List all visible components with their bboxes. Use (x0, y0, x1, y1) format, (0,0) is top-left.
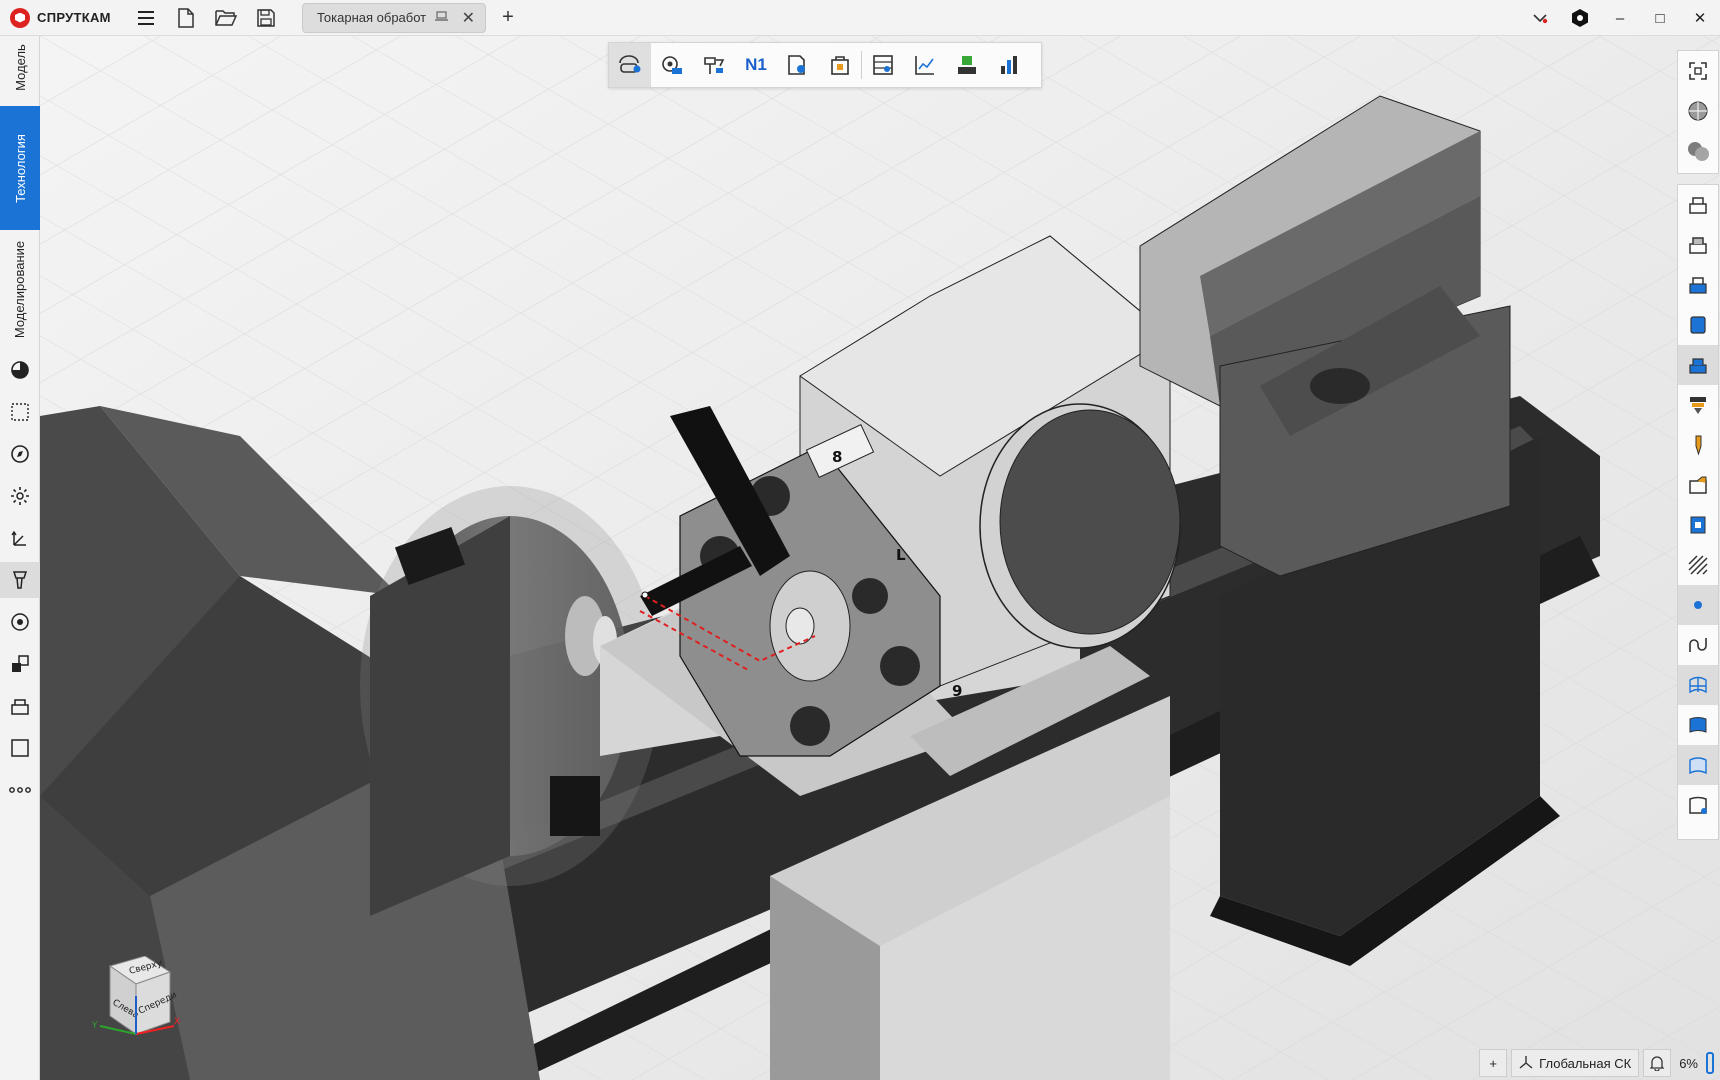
tab-modeling-label: Моделирование (12, 240, 28, 338)
status-bar: + Глобальная СК 6% (1479, 1046, 1720, 1080)
spheres-icon[interactable] (1678, 131, 1718, 171)
tab-technology[interactable]: Технология (0, 106, 40, 230)
tab-model-label: Модель (12, 43, 28, 91)
layers-icon[interactable] (0, 688, 40, 724)
lathe-view-1-icon[interactable] (1678, 185, 1718, 225)
nc-code-icon[interactable]: N1 (735, 43, 777, 87)
sphere-shaded-icon[interactable] (1678, 91, 1718, 131)
document-tab[interactable]: Токарная обработ ✕ (302, 2, 486, 33)
machine-icon[interactable] (0, 604, 40, 640)
frame-icon[interactable] (0, 730, 40, 766)
report-icon[interactable] (819, 43, 861, 87)
surface-icon[interactable] (1678, 705, 1718, 745)
jaw-label-right: L (896, 546, 906, 564)
coordinate-system-icon (1519, 1055, 1533, 1072)
close-button[interactable]: ✕ (1680, 0, 1720, 36)
tool-icon[interactable] (0, 562, 40, 598)
top-toolbar: N1 (608, 42, 1042, 88)
hatch-icon[interactable] (1678, 545, 1718, 585)
open-folder-icon[interactable] (212, 4, 240, 32)
tab-modeling[interactable]: Моделирование (0, 230, 40, 348)
chart-icon[interactable] (904, 43, 946, 87)
minimize-button[interactable]: – (1600, 0, 1640, 36)
plugin-icon[interactable] (1560, 0, 1600, 36)
solid-icon[interactable] (1678, 745, 1718, 785)
save-icon[interactable] (252, 4, 280, 32)
axes-icon[interactable] (0, 520, 40, 556)
lathe-view-5-icon[interactable] (1678, 345, 1718, 385)
curve-icon[interactable] (1678, 625, 1718, 665)
jaw-label-top: 8 (832, 448, 842, 466)
zoom-slider[interactable] (1706, 1052, 1714, 1074)
table-icon[interactable] (862, 43, 904, 87)
lathe-view-2-icon[interactable] (1678, 225, 1718, 265)
more-icon[interactable] (0, 772, 40, 808)
zoom-level: 6% (1679, 1055, 1698, 1071)
tab-model[interactable]: Модель (0, 36, 40, 98)
fixture-icon[interactable] (1678, 505, 1718, 545)
zoom-fit-icon[interactable] (1678, 51, 1718, 91)
axis-x-label: X (174, 1017, 180, 1027)
hamburger-icon[interactable] (132, 4, 160, 32)
simulation-icon[interactable] (609, 43, 651, 87)
lathe-view-4-icon[interactable] (1678, 305, 1718, 345)
app-name: СПРУТКАМ (37, 10, 111, 25)
bell-icon[interactable] (1643, 1049, 1672, 1077)
drill-holder-icon[interactable] (1678, 385, 1718, 425)
selection-icon[interactable] (0, 394, 40, 430)
tab-technology-label: Технология (12, 133, 28, 203)
left-sidebar: Модель Технология Моделирование (0, 36, 40, 1080)
compass-icon[interactable] (0, 436, 40, 472)
mesh-icon[interactable] (1678, 665, 1718, 705)
lathe-view-3-icon[interactable] (1678, 265, 1718, 305)
nc-code-label: N1 (745, 55, 767, 74)
view-cube[interactable]: Сверху Слева Спереди Y X (70, 955, 180, 1056)
statistics-icon[interactable] (988, 43, 1030, 87)
notifications-dropdown-icon[interactable] (1520, 0, 1560, 36)
laptop-icon (435, 11, 448, 24)
coordinate-system-selector[interactable]: Глобальная СК (1511, 1049, 1640, 1077)
3d-viewport[interactable]: 8 L 9 N1 Сверху Слева Спереди Y X (40, 36, 1720, 1080)
new-tab-button[interactable]: + (496, 6, 520, 29)
cutter-icon[interactable] (1678, 425, 1718, 465)
half-surface-icon[interactable] (1678, 785, 1718, 825)
right-toolbar-objects (1677, 184, 1719, 840)
stock-icon[interactable] (946, 43, 988, 87)
transform-icon[interactable] (0, 646, 40, 682)
new-file-icon[interactable] (172, 4, 200, 32)
point-icon[interactable] (1678, 585, 1718, 625)
add-view-button[interactable]: + (1479, 1049, 1508, 1077)
tab-label: Токарная обработ (317, 10, 427, 25)
workpiece-icon[interactable] (1678, 465, 1718, 505)
machine-setup-icon[interactable] (693, 43, 735, 87)
settings-icon[interactable] (0, 478, 40, 514)
right-toolbar-view (1677, 50, 1719, 174)
tool-path-icon[interactable] (651, 43, 693, 87)
app-logo: СПРУТКАМ (10, 7, 120, 28)
title-bar: СПРУТКАМ Токарная обработ ✕ + – □ ✕ (0, 0, 1720, 36)
shading-icon[interactable] (0, 352, 40, 388)
logo-icon (10, 7, 30, 28)
coordinate-system-label: Глобальная СК (1539, 1055, 1632, 1071)
lathe-scene: 8 L 9 (40, 36, 1720, 1080)
postprocessor-icon[interactable] (777, 43, 819, 87)
axis-y-label: Y (91, 1021, 98, 1031)
close-tab-icon[interactable]: ✕ (462, 8, 475, 28)
jaw-label-bottom: 9 (952, 682, 962, 700)
maximize-button[interactable]: □ (1640, 0, 1680, 36)
